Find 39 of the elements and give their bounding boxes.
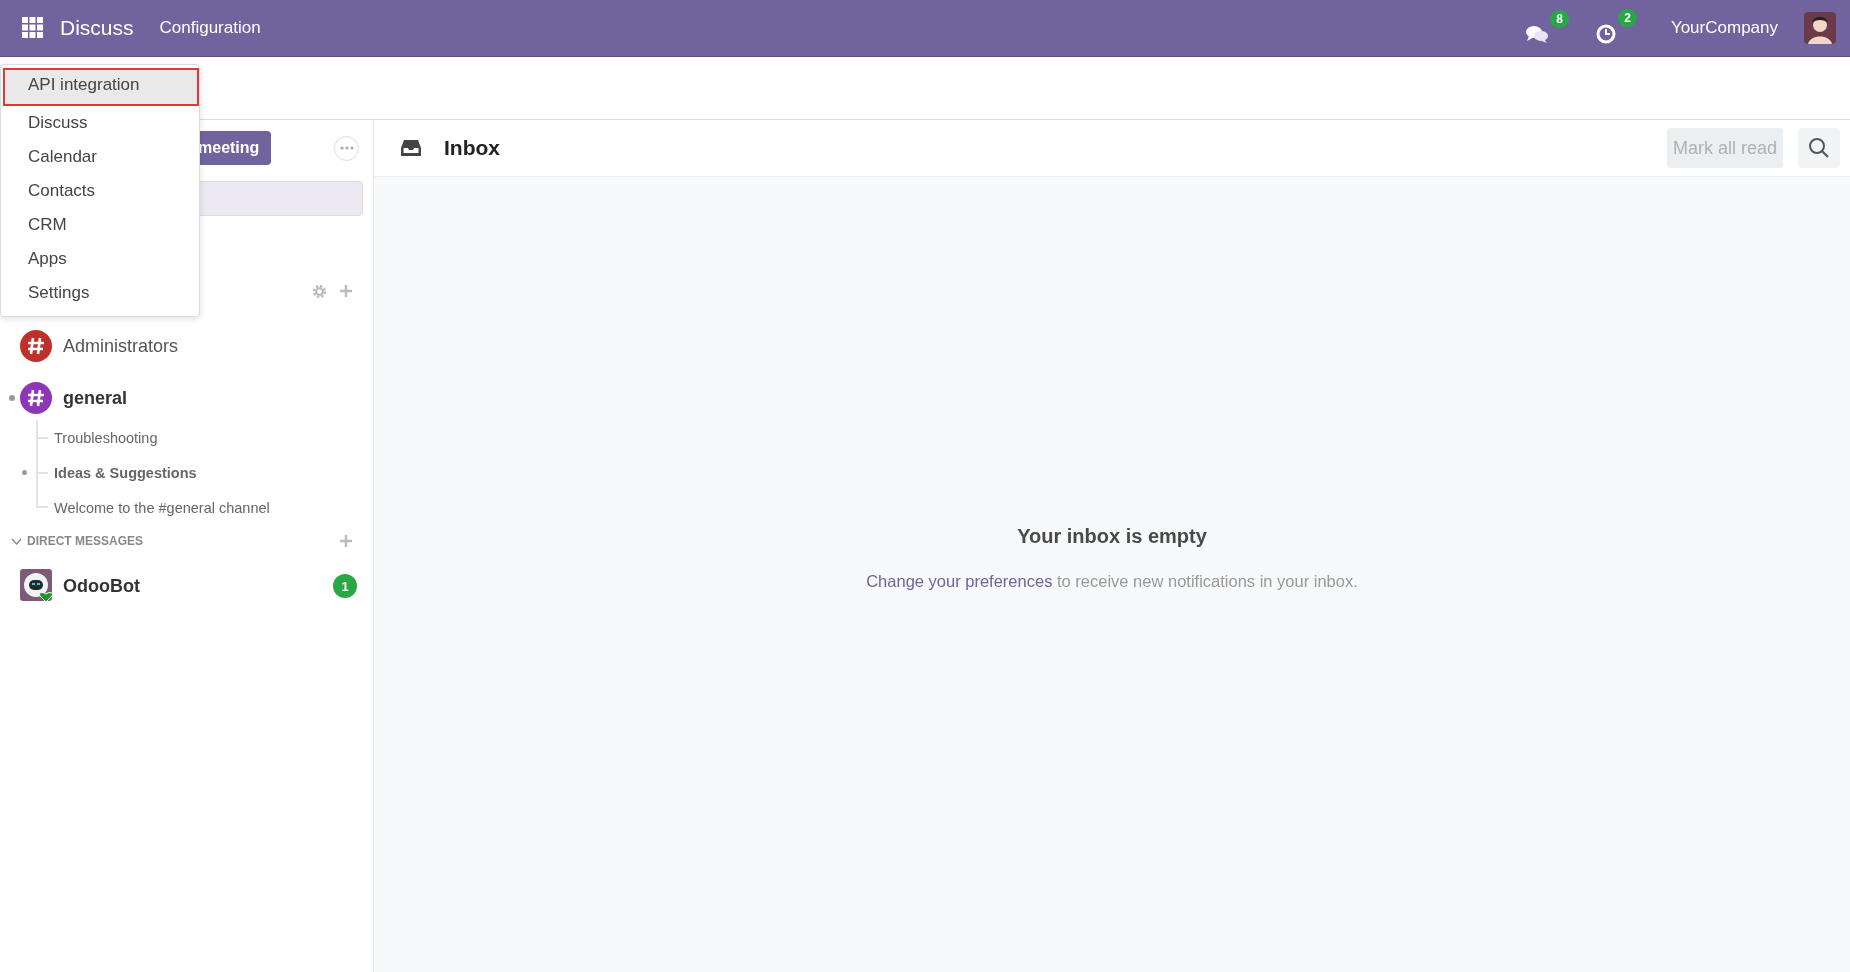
chevron-icon[interactable] [11,537,22,545]
user-avatar[interactable] [1804,12,1836,44]
menu-item[interactable]: CRM [3,208,197,242]
menu-item[interactable]: Configuration [159,18,261,38]
unread-count-badge: 1 [333,574,357,598]
app-name[interactable]: Discuss [60,16,134,40]
channel-name[interactable]: general [63,387,128,409]
apps-menu-icon[interactable] [22,17,44,39]
count-badge: 2 [1618,9,1637,27]
empty-state-title: Your inbox is empty [1017,525,1207,548]
more-options-button[interactable] [334,135,359,161]
inbox-tray-icon [400,139,422,157]
robot-avatar [20,569,54,603]
search-button[interactable] [1798,128,1840,168]
add-icon[interactable] [339,534,353,548]
section-title[interactable]: DIRECT MESSAGES [27,534,143,548]
clock-icon [1594,23,1617,45]
contact-name[interactable]: OdooBot [63,575,140,597]
messages-button[interactable]: 8 [1520,8,1569,48]
ellipsis-icon [339,146,354,150]
channel-name[interactable]: Administrators [63,335,179,357]
menu-item[interactable]: API integration [3,68,199,106]
activities-button[interactable]: 2 [1590,7,1637,49]
empty-state-message: to receive new notifications in your inbox. [1057,572,1358,590]
settings-icon[interactable] [312,283,327,299]
company-switcher[interactable]: YourCompany [1670,18,1778,38]
preferences-link[interactable]: Change your preferences [866,572,1053,590]
thread-name[interactable]: Ideas & Suggestions [54,464,197,481]
thread-name[interactable]: Troubleshooting [54,429,158,446]
count-badge: 8 [1550,10,1569,28]
menu-item[interactable]: Settings [3,276,197,310]
chat-bubbles-icon [1524,24,1549,44]
thread-name[interactable]: Welcome to the #general channel [54,499,270,516]
page-title: Inbox [444,136,500,160]
add-icon[interactable] [339,284,353,298]
menu-item[interactable]: Apps [3,242,197,276]
menu-item[interactable]: Contacts [3,174,197,208]
search-icon [1808,137,1830,159]
tree-line [36,420,50,455]
